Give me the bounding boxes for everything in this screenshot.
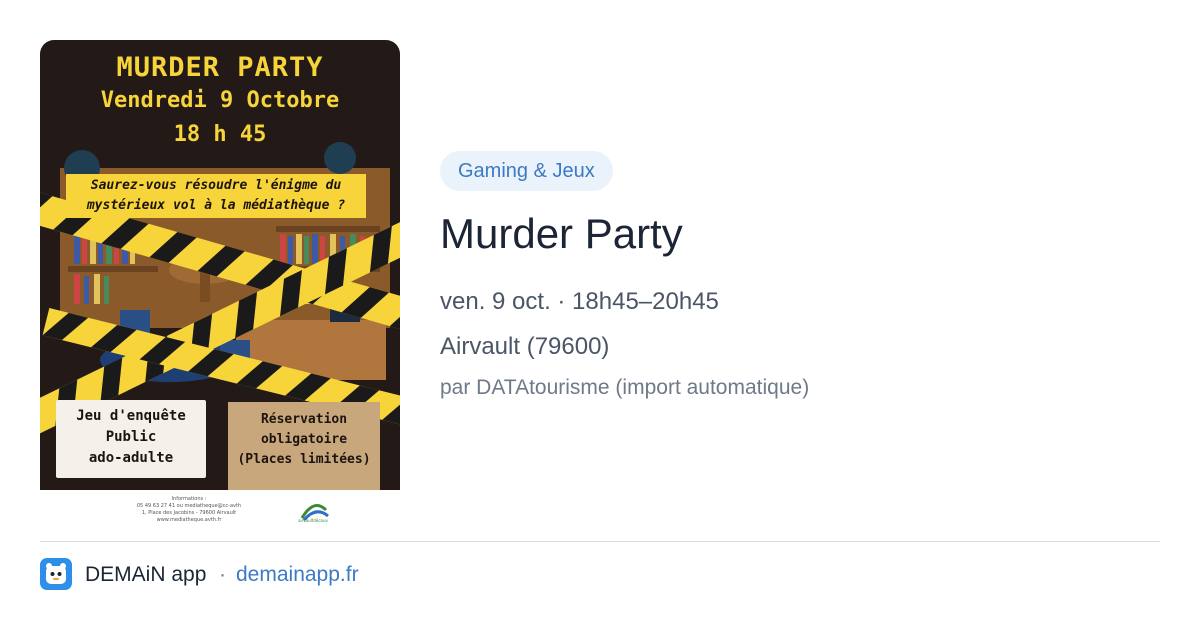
poster-note-line: ado-adulte	[88, 450, 174, 466]
app-mascot-icon	[46, 563, 66, 584]
app-website-link[interactable]: demainapp.fr	[236, 563, 359, 587]
demain-app-icon[interactable]	[40, 558, 72, 590]
event-title: Murder Party	[440, 210, 683, 257]
poster-footer-line: Informations :	[171, 496, 207, 502]
poster-note-line: Jeu d'enquête	[76, 408, 186, 424]
poster-footer: Informations : 05 49 63 27 41 ou mediath…	[40, 490, 400, 530]
category-badge[interactable]: Gaming & Jeux	[440, 151, 613, 191]
poster-logo-label: airvaultdécouv	[298, 518, 328, 523]
event-poster[interactable]: MURDER PARTY Vendredi 9 Octobre 18 h 45 …	[40, 40, 400, 530]
poster-note-line: Public	[105, 429, 157, 445]
poster-teaser: Saurez-vous résoudre l'énigme du mystéri…	[66, 174, 366, 218]
event-source: par DATAtourisme (import automatique)	[440, 376, 810, 399]
footer-separator: ·	[219, 563, 226, 586]
poster-note-line: (Places limitées)	[237, 452, 371, 467]
poster-title: MURDER PARTY	[116, 52, 324, 83]
event-location: Airvault (79600)	[440, 333, 610, 360]
poster-note-line: Réservation	[260, 412, 348, 427]
poster-note-line: obligatoire	[260, 432, 348, 447]
poster-date: Vendredi 9 Octobre	[100, 88, 340, 113]
poster-footer-line: 1, Place des Jacobins - 79600 Airvault	[141, 510, 237, 516]
footer-divider	[40, 541, 1160, 542]
poster-footer-line: www.mediatheque.avth.fr	[156, 517, 222, 523]
poster-teaser-line: mystérieux vol à la médiathèque ?	[86, 198, 346, 213]
event-datetime: ven. 9 oct. · 18h45–20h45	[440, 288, 719, 315]
poster-footer-line: 05 49 63 27 41 ou mediatheque@cc-avth	[136, 503, 242, 509]
poster-teaser-line: Saurez-vous résoudre l'énigme du	[90, 178, 342, 193]
poster-audience-note: Jeu d'enquête Public ado-adulte	[56, 400, 206, 478]
poster-booking-note: Réservation obligatoire (Places limitées…	[228, 402, 380, 490]
poster-time: 18 h 45	[173, 122, 267, 147]
poster-footer-info: Informations : 05 49 63 27 41 ou mediath…	[124, 496, 254, 524]
app-name: DEMAiN app	[85, 563, 207, 586]
